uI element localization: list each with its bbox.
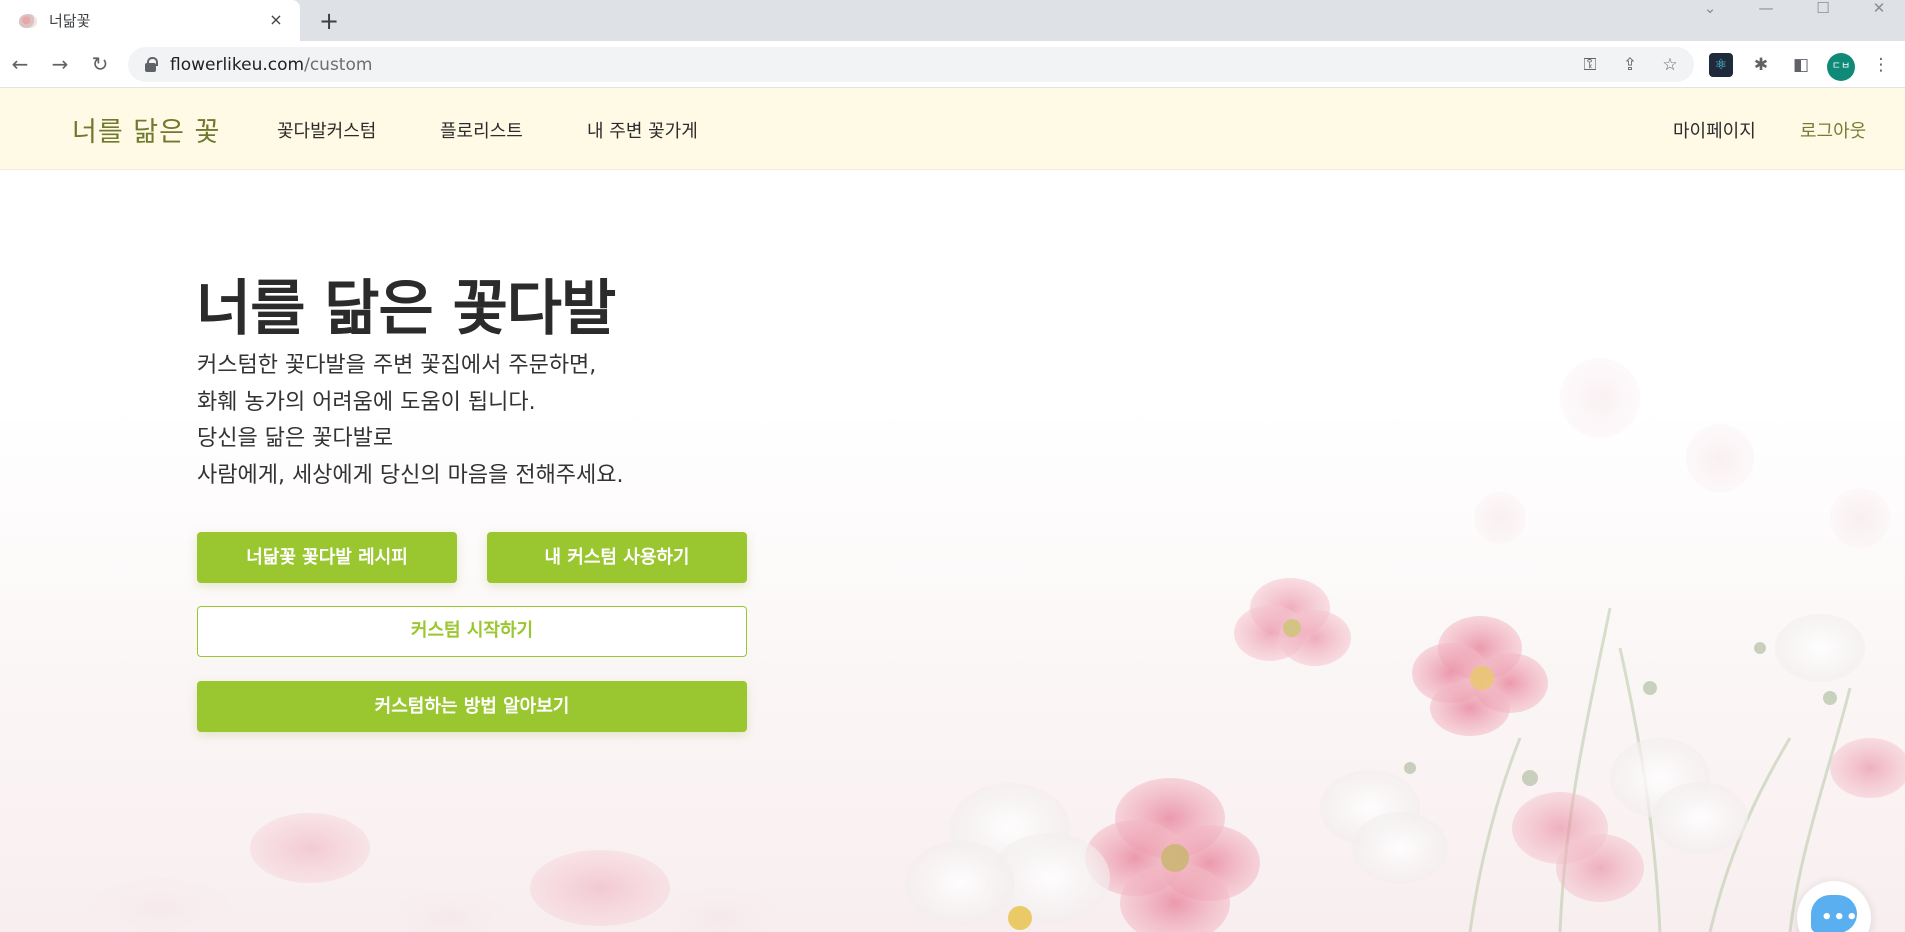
bookmark-star-icon[interactable]: ☆ bbox=[1658, 53, 1682, 77]
close-window-button[interactable]: ✕ bbox=[1859, 0, 1899, 16]
browser-menu-icon[interactable]: ⋮ bbox=[1869, 53, 1893, 77]
logout-link[interactable]: 로그아웃 bbox=[1800, 117, 1866, 143]
tab-search-icon[interactable]: ⌄ bbox=[1690, 0, 1730, 16]
extensions-puzzle-icon[interactable]: ✱ bbox=[1749, 53, 1773, 77]
reload-button[interactable]: ↻ bbox=[87, 51, 113, 77]
side-panel-icon[interactable]: ◧ bbox=[1789, 53, 1813, 77]
tab-title: 너닮꽃 bbox=[49, 12, 91, 30]
nav-item-custom[interactable]: 꽃다발커스텀 bbox=[277, 117, 376, 143]
share-icon[interactable]: ⇪ bbox=[1618, 53, 1642, 77]
start-custom-button[interactable]: 커스텀 시작하기 bbox=[197, 606, 747, 657]
nav-item-florist[interactable]: 플로리스트 bbox=[440, 117, 523, 143]
flower-favicon-icon bbox=[19, 13, 37, 28]
profile-avatar[interactable]: ㄷㅂ bbox=[1827, 53, 1855, 81]
use-custom-button[interactable]: 내 커스텀 사용하기 bbox=[487, 532, 747, 583]
description-line: 사람에게, 세상에게 당신의 마음을 전해주세요. bbox=[197, 462, 624, 488]
browser-tab-strip: 너닮꽃 × + ⌄ — ☐ ✕ bbox=[0, 0, 1905, 41]
description-line: 화훼 농가의 어려움에 도움이 됩니다. bbox=[197, 389, 536, 415]
lock-icon[interactable] bbox=[145, 56, 158, 72]
new-tab-button[interactable]: + bbox=[316, 8, 342, 34]
react-devtools-icon[interactable]: ⚛ bbox=[1709, 53, 1733, 77]
url-text[interactable]: flowerlikeu.com/custom bbox=[170, 55, 372, 75]
site-logo[interactable]: 너를 닮은 꽃 bbox=[72, 110, 220, 149]
how-to-custom-button[interactable]: 커스텀하는 방법 알아보기 bbox=[197, 681, 747, 732]
key-icon[interactable]: ⚿ bbox=[1578, 53, 1602, 77]
minimize-button[interactable]: — bbox=[1746, 0, 1786, 16]
description-line: 커스텀한 꽃다발을 주변 꽃집에서 주문하면, bbox=[197, 353, 597, 378]
page-title: 너를 닮은 꽃다발 bbox=[196, 274, 616, 344]
chat-widget-button[interactable]: ••• bbox=[1797, 881, 1871, 932]
recipe-button[interactable]: 너닮꽃 꽃다발 레시피 bbox=[197, 532, 457, 583]
nav-item-nearby-shops[interactable]: 내 주변 꽃가게 bbox=[587, 117, 698, 143]
back-button[interactable]: ← bbox=[7, 51, 33, 77]
forward-button[interactable]: → bbox=[47, 51, 73, 77]
maximize-button[interactable]: ☐ bbox=[1803, 0, 1843, 16]
hero-description: 커스텀한 꽃다발을 주변 꽃집에서 주문하면, 화훼 농가의 어려움에 도움이 … bbox=[197, 348, 757, 494]
site-header: 너를 닮은 꽃 꽃다발커스텀 플로리스트 내 주변 꽃가게 마이페이지 로그아웃 bbox=[0, 88, 1905, 170]
mypage-link[interactable]: 마이페이지 bbox=[1673, 117, 1756, 143]
description-line: 당신을 닮은 꽃다발로 bbox=[197, 426, 394, 451]
browser-tab[interactable]: 너닮꽃 × bbox=[0, 0, 300, 41]
chat-dots: ••• bbox=[1821, 907, 1859, 928]
browser-toolbar: ← → ↻ flowerlikeu.com/custom ⚿ ⇪ ☆ ⚛ ✱ ◧… bbox=[0, 41, 1905, 88]
page-content: 너를 닮은 꽃 꽃다발커스텀 플로리스트 내 주변 꽃가게 마이페이지 로그아웃… bbox=[0, 88, 1905, 932]
close-tab-icon[interactable]: × bbox=[266, 10, 286, 30]
address-bar[interactable]: flowerlikeu.com/custom ⚿ ⇪ ☆ bbox=[128, 47, 1694, 82]
flower-background-image bbox=[90, 358, 1905, 932]
